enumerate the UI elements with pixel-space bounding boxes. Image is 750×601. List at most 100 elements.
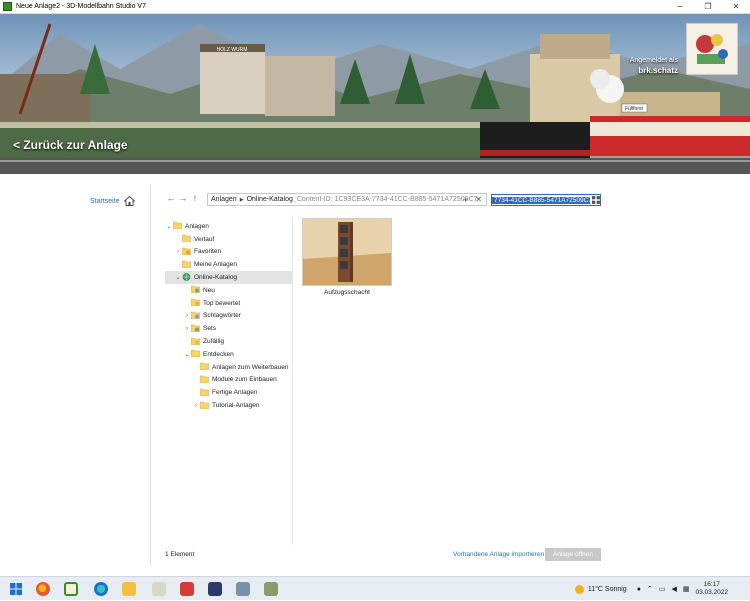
app-icon (3, 2, 12, 11)
back-arrow-icon[interactable]: ← (165, 193, 177, 203)
content-id-text: Content-ID: 1C93CE3A-7734-41CC-B885-5471… (296, 196, 478, 203)
weather-icon[interactable] (574, 584, 584, 594)
globe-icon (182, 272, 194, 283)
tree-item[interactable]: Anlagen zum Weiterbauen (165, 361, 293, 374)
app-dark-icon[interactable] (208, 582, 222, 596)
tree-item[interactable]: ⌄ Entdecken (165, 348, 293, 361)
edge-icon[interactable] (94, 582, 108, 596)
open-layout-button[interactable]: Anlage öffnen (545, 548, 601, 561)
tree-item[interactable]: Top bewertet (165, 297, 293, 310)
browser-panel: ← → ↑ Anlagen ▶ Online-Katalog Content-I… (150, 185, 601, 565)
view-grid-icon[interactable] (592, 196, 600, 204)
tree-item-label: Online-Katalog (194, 274, 237, 282)
app-green-icon[interactable] (264, 582, 278, 596)
tree-item[interactable]: Zufällig (165, 335, 293, 348)
tree-item[interactable]: › Schlagwörter (165, 310, 293, 323)
tree-item-label: Tutorial-Anlagen (212, 402, 260, 410)
station-sign: Füllforst (625, 106, 643, 112)
address-bar[interactable]: Anlagen ▶ Online-Katalog Content-ID: 1C9… (207, 193, 487, 206)
history-icon (181, 234, 194, 244)
home-link[interactable]: Startseite (90, 196, 135, 206)
security-icon[interactable]: ● (637, 586, 641, 593)
tree-item[interactable]: ⌄ Anlagen (165, 220, 293, 233)
tree-item-label: Neu (203, 286, 215, 294)
folder-icon (172, 221, 185, 231)
login-status: Angemeldet als brk.schatz (630, 56, 678, 76)
clock-time: 16:17 (703, 581, 720, 588)
firefox-icon[interactable] (36, 582, 50, 596)
back-to-layout-button[interactable]: < Zurück zur Anlage (13, 138, 128, 152)
app-gray-icon[interactable] (236, 582, 250, 596)
search-value[interactable]: 7734-41CC-B885-5471A72509C7 (492, 196, 591, 204)
folder-icon (199, 375, 212, 385)
header-banner: HOLZ WURM Füllforst < Zurück zur Anlage … (0, 14, 750, 174)
network-icon[interactable]: ▭ (659, 585, 666, 593)
login-prefix: Angemeldet als (629, 57, 678, 64)
pane-divider[interactable] (292, 215, 293, 545)
expand-right-icon[interactable]: › (183, 313, 191, 319)
clear-icon[interactable]: ✕ (475, 195, 482, 204)
catalog-view: Startseite ← → ↑ Anlagen ▶ Online-Katalo… (0, 175, 750, 575)
folder-icon (199, 362, 212, 372)
breadcrumb-anlagen[interactable]: Anlagen (211, 196, 237, 203)
keyboard-icon[interactable]: ▦ (683, 585, 690, 593)
expand-right-icon[interactable]: › (192, 403, 200, 409)
expand-right-icon[interactable]: › (174, 249, 182, 255)
taskbar: 11°C Sonnig ● ⌃ ▭ ◀ ▦ 16:17 03.03.2022 (0, 576, 750, 600)
breadcrumb-online-katalog[interactable]: Online-Katalog (247, 196, 293, 203)
username[interactable]: brk.schatz (630, 66, 678, 76)
tree-item[interactable]: › Favoriten (165, 246, 293, 259)
notepad-icon[interactable] (152, 582, 166, 596)
tree-item-label: Fertige Anlagen (212, 389, 258, 397)
tree-item[interactable]: Neu (165, 284, 293, 297)
clock-date: 03.03.2022 (695, 589, 728, 596)
tree-item-label: Anlagen (185, 222, 209, 230)
windows-start-icon[interactable] (9, 582, 23, 596)
tree-item[interactable]: › Sets (165, 322, 293, 335)
tree-item-label: Schlagwörter (203, 312, 241, 320)
avatar[interactable] (686, 23, 738, 75)
folder-tree: ⌄ Anlagen Verlauf › Favoriten Meine Anlagen ⌄ O… (165, 220, 293, 412)
catalog-item[interactable]: Aufzugsschacht (302, 218, 392, 296)
home-label[interactable]: Startseite (90, 198, 120, 205)
volume-icon[interactable]: ◀ (671, 585, 676, 593)
expand-down-icon[interactable]: ⌄ (183, 351, 191, 358)
up-arrow-icon[interactable]: ↑ (189, 193, 201, 203)
tree-item[interactable]: Fertige Anlagen (165, 386, 293, 399)
tree-item-label: Meine Anlagen (194, 261, 238, 269)
tree-item-label: Anlagen zum Weiterbauen (212, 363, 289, 371)
home-icon[interactable] (123, 196, 135, 206)
close-button[interactable]: ✕ (722, 0, 750, 13)
tree-item[interactable]: › Tutorial-Anlagen (165, 399, 293, 412)
add-icon[interactable]: + (463, 195, 468, 205)
app-red-icon[interactable] (180, 582, 194, 596)
maximize-button[interactable]: ❐ (694, 0, 722, 13)
folder-icon (199, 388, 212, 398)
banner-sign: HOLZ WURM (217, 47, 248, 53)
breadcrumb-separator-icon: ▶ (239, 196, 244, 203)
expand-right-icon[interactable]: › (183, 326, 191, 332)
tree-item[interactable]: ⌄ Online-Katalog (165, 271, 293, 284)
item-label[interactable]: Aufzugsschacht (302, 289, 392, 296)
expand-down-icon[interactable]: ⌄ (165, 223, 173, 230)
search-input[interactable]: 7734-41CC-B885-5471A72509C7 (491, 194, 601, 206)
import-layout-link[interactable]: Vorhandene Anlage importieren (453, 551, 544, 558)
tree-item[interactable]: Module zum Einbauen (165, 374, 293, 387)
tree-item[interactable]: Meine Anlagen (165, 258, 293, 271)
expand-down-icon[interactable]: ⌄ (174, 274, 182, 281)
file-explorer-icon[interactable] (122, 582, 136, 596)
clock[interactable]: 16:17 03.03.2022 (695, 581, 728, 597)
tray-chevron-icon[interactable]: ⌃ (647, 585, 653, 593)
window-controls: ─ ❐ ✕ (666, 0, 750, 13)
forward-arrow-icon[interactable]: → (177, 193, 189, 203)
item-thumbnail[interactable] (302, 218, 392, 286)
tree-item-label: Zufällig (203, 338, 224, 346)
tags-icon (190, 311, 203, 321)
weather-text[interactable]: 11°C Sonnig (588, 586, 627, 593)
star-folder-icon (181, 247, 194, 257)
modellbahn-studio-icon[interactable] (64, 582, 78, 596)
random-icon (190, 337, 203, 347)
minimize-button[interactable]: ─ (666, 0, 694, 13)
tree-item[interactable]: Verlauf (165, 233, 293, 246)
trophy-icon (190, 298, 203, 308)
